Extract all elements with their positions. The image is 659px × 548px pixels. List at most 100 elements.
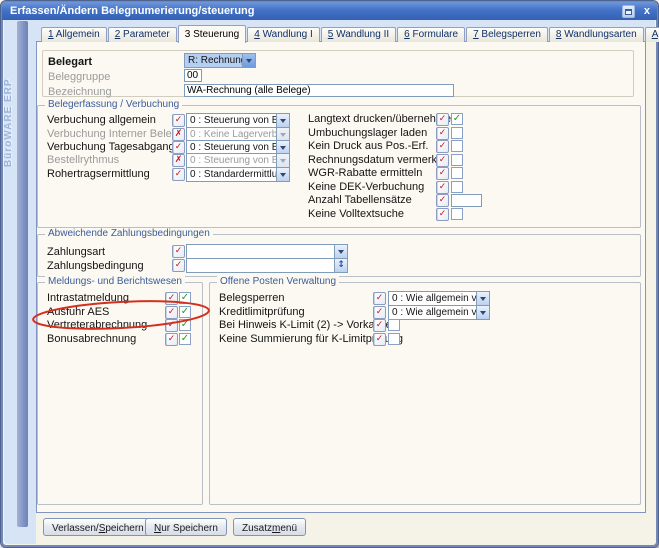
- belegart-select[interactable]: R: Rechnung: [184, 53, 256, 68]
- flag-check-icon[interactable]: ✓: [436, 127, 449, 140]
- tab-wandlung-1[interactable]: 4 Wandlung I: [247, 27, 320, 42]
- close-button[interactable]: x: [644, 3, 650, 19]
- bonusabrechnung-label: Bonusabrechnung: [47, 333, 136, 346]
- rechnungsdatum-label: Rechnungsdatum vermerken: [308, 154, 449, 167]
- belegsperren-select[interactable]: 0 : Wie allgemein verwenden: [388, 291, 490, 306]
- flag-check-icon[interactable]: ✓: [172, 245, 185, 258]
- anzahl-tabellensaetze-input[interactable]: [451, 194, 482, 207]
- dropdown-arrow-icon[interactable]: [242, 54, 255, 67]
- kreditlimitpruefung-select[interactable]: 0 : Wie allgemein verwenden: [388, 305, 490, 320]
- zahlungsbedingung-label: Zahlungsbedingung: [47, 260, 144, 273]
- wgr-rabatte-label: WGR-Rabatte ermitteln: [308, 167, 422, 180]
- checkbox-bonusabrechnung[interactable]: ✓: [179, 333, 191, 345]
- flag-check-icon[interactable]: ✓: [436, 154, 449, 167]
- flag-check-icon[interactable]: ✓: [373, 292, 386, 305]
- dropdown-arrow-icon[interactable]: [276, 114, 289, 127]
- intrastatmeldung-label: Intrastatmeldung: [47, 292, 129, 305]
- flag-check-icon[interactable]: ✓: [165, 292, 178, 305]
- zahlungsbedingung-select[interactable]: ↕: [186, 258, 348, 273]
- bestellrythmus-select: 0 : Steuerung von Belegart: [186, 153, 290, 168]
- flag-check-icon[interactable]: ✓: [436, 208, 449, 221]
- window-title: Erfassen/Ändern Belegnumerierung/steueru…: [10, 5, 255, 17]
- flag-check-icon[interactable]: ✓: [172, 141, 185, 154]
- flag-x-icon[interactable]: ✗: [172, 154, 185, 167]
- checkbox-keine-dek[interactable]: [451, 181, 463, 193]
- verlassen-speichern-button[interactable]: Verlassen/Speichern: [43, 518, 153, 536]
- tab-bar: 1 Allgemein 2 Parameter 3 Steuerung 4 Wa…: [41, 24, 659, 42]
- dropdown-arrow-icon[interactable]: [276, 168, 289, 181]
- checkbox-kein-druck[interactable]: [451, 140, 463, 152]
- flag-check-icon[interactable]: ✓: [436, 194, 449, 207]
- keine-volltextsuche-label: Keine Volltextsuche: [308, 208, 404, 221]
- umbuchungslager-label: Umbuchungslager laden: [308, 127, 427, 140]
- nur-speichern-button[interactable]: Nur Speichern: [145, 518, 227, 536]
- tab-sonstige[interactable]: A Sonstige: [645, 27, 659, 42]
- verbuchung-tagesabgang-label: Verbuchung Tagesabgang: [47, 141, 175, 154]
- tab-allgemein[interactable]: 1 Allgemein: [41, 27, 107, 42]
- anzahl-tabellensaetze-label: Anzahl Tabellensätze: [308, 194, 412, 207]
- kein-druck-label: Kein Druck aus Pos.-Erf.: [308, 140, 428, 153]
- dropdown-arrow-icon[interactable]: [334, 245, 347, 258]
- zahlungsart-select[interactable]: [186, 244, 348, 259]
- checkbox-ausfuhr-aes[interactable]: ✓: [179, 306, 191, 318]
- dropdown-arrow-icon[interactable]: [476, 292, 489, 305]
- flag-check-icon[interactable]: ✓: [373, 319, 386, 332]
- tab-wandlungsarten[interactable]: 8 Wandlungsarten: [549, 27, 644, 42]
- beleggruppe-input[interactable]: [184, 69, 202, 82]
- belegart-label: Belegart: [48, 56, 92, 69]
- flag-check-icon[interactable]: ✓: [436, 181, 449, 194]
- verbuchung-allgemein-select[interactable]: 0 : Steuerung von Belegart: [186, 113, 290, 128]
- restore-button[interactable]: [622, 5, 635, 18]
- restore-icon: [625, 9, 632, 15]
- checkbox-keine-summierung[interactable]: [388, 333, 400, 345]
- flag-check-icon[interactable]: ✓: [436, 167, 449, 180]
- brand-vertical-text: BüroWARE ERP: [3, 27, 17, 167]
- flag-check-icon[interactable]: ✓: [165, 319, 178, 332]
- belegsperren-label: Belegsperren: [219, 292, 284, 305]
- updown-arrow-icon[interactable]: ↕: [334, 259, 347, 272]
- flag-check-icon[interactable]: ✓: [436, 140, 449, 153]
- flag-check-icon[interactable]: ✓: [436, 113, 449, 126]
- tab-wandlung-2[interactable]: 5 Wandlung II: [321, 27, 396, 42]
- tab-parameter[interactable]: 2 Parameter: [108, 27, 177, 42]
- dropdown-arrow-icon[interactable]: [476, 306, 489, 319]
- checkbox-rechnungsdatum[interactable]: [451, 154, 463, 166]
- tab-formulare[interactable]: 6 Formulare: [397, 27, 465, 42]
- flag-check-icon[interactable]: ✓: [172, 114, 185, 127]
- zahlungsart-label: Zahlungsart: [47, 246, 105, 259]
- checkbox-k-limit-vorkasse[interactable]: [388, 319, 400, 331]
- erfassung-legend: Belegerfassung / Verbuchung: [45, 99, 182, 110]
- erp-dialog-window: Erfassen/Ändern Belegnumerierung/steueru…: [0, 0, 659, 548]
- checkbox-vertreterabrechnung[interactable]: ✓: [179, 319, 191, 331]
- rohertragsermittlung-label: Rohertragsermittlung: [47, 168, 150, 181]
- bezeichnung-input[interactable]: [184, 84, 454, 97]
- flag-check-icon[interactable]: ✓: [172, 259, 185, 272]
- checkbox-wgr-rabatte[interactable]: [451, 167, 463, 179]
- flag-check-icon[interactable]: ✓: [373, 333, 386, 346]
- vertreterabrechnung-label: Vertreterabrechnung: [47, 319, 147, 332]
- flag-check-icon[interactable]: ✓: [165, 306, 178, 319]
- screenshot-stage: Erfassen/Ändern Belegnumerierung/steueru…: [0, 0, 659, 548]
- rohertragsermittlung-select[interactable]: 0 : Standardermittlung: [186, 167, 290, 182]
- verbuchung-interner-beleg-label: Verbuchung Interner Beleg: [47, 128, 178, 141]
- checkbox-intrastatmeldung[interactable]: ✓: [179, 292, 191, 304]
- flag-x-icon[interactable]: ✗: [172, 128, 185, 141]
- op-legend: Offene Posten Verwaltung: [217, 276, 339, 287]
- checkbox-umbuchungslager[interactable]: [451, 127, 463, 139]
- tab-steuerung[interactable]: 3 Steuerung: [178, 25, 247, 43]
- checkbox-langtext[interactable]: ✓: [451, 113, 463, 125]
- checkbox-keine-volltextsuche[interactable]: [451, 208, 463, 220]
- keine-dek-label: Keine DEK-Verbuchung: [308, 181, 424, 194]
- kreditlimitpruefung-label: Kreditlimitprüfung: [219, 306, 305, 319]
- flag-check-icon[interactable]: ✓: [373, 306, 386, 319]
- tab-belegsperren[interactable]: 7 Belegsperren: [466, 27, 548, 42]
- zahlung-legend: Abweichende Zahlungsbedingungen: [45, 228, 213, 239]
- flag-check-icon[interactable]: ✓: [172, 168, 185, 181]
- verbuchung-allgemein-label: Verbuchung allgemein: [47, 114, 156, 127]
- dropdown-arrow-icon: [276, 154, 289, 167]
- flag-check-icon[interactable]: ✓: [165, 333, 178, 346]
- beleggruppe-label: Beleggruppe: [48, 71, 110, 84]
- meldung-legend: Meldungs- und Berichtswesen: [45, 276, 185, 287]
- zusatzmenue-button[interactable]: Zusatzmenü: [233, 518, 306, 536]
- titlebar: Erfassen/Ändern Belegnumerierung/steueru…: [2, 2, 657, 20]
